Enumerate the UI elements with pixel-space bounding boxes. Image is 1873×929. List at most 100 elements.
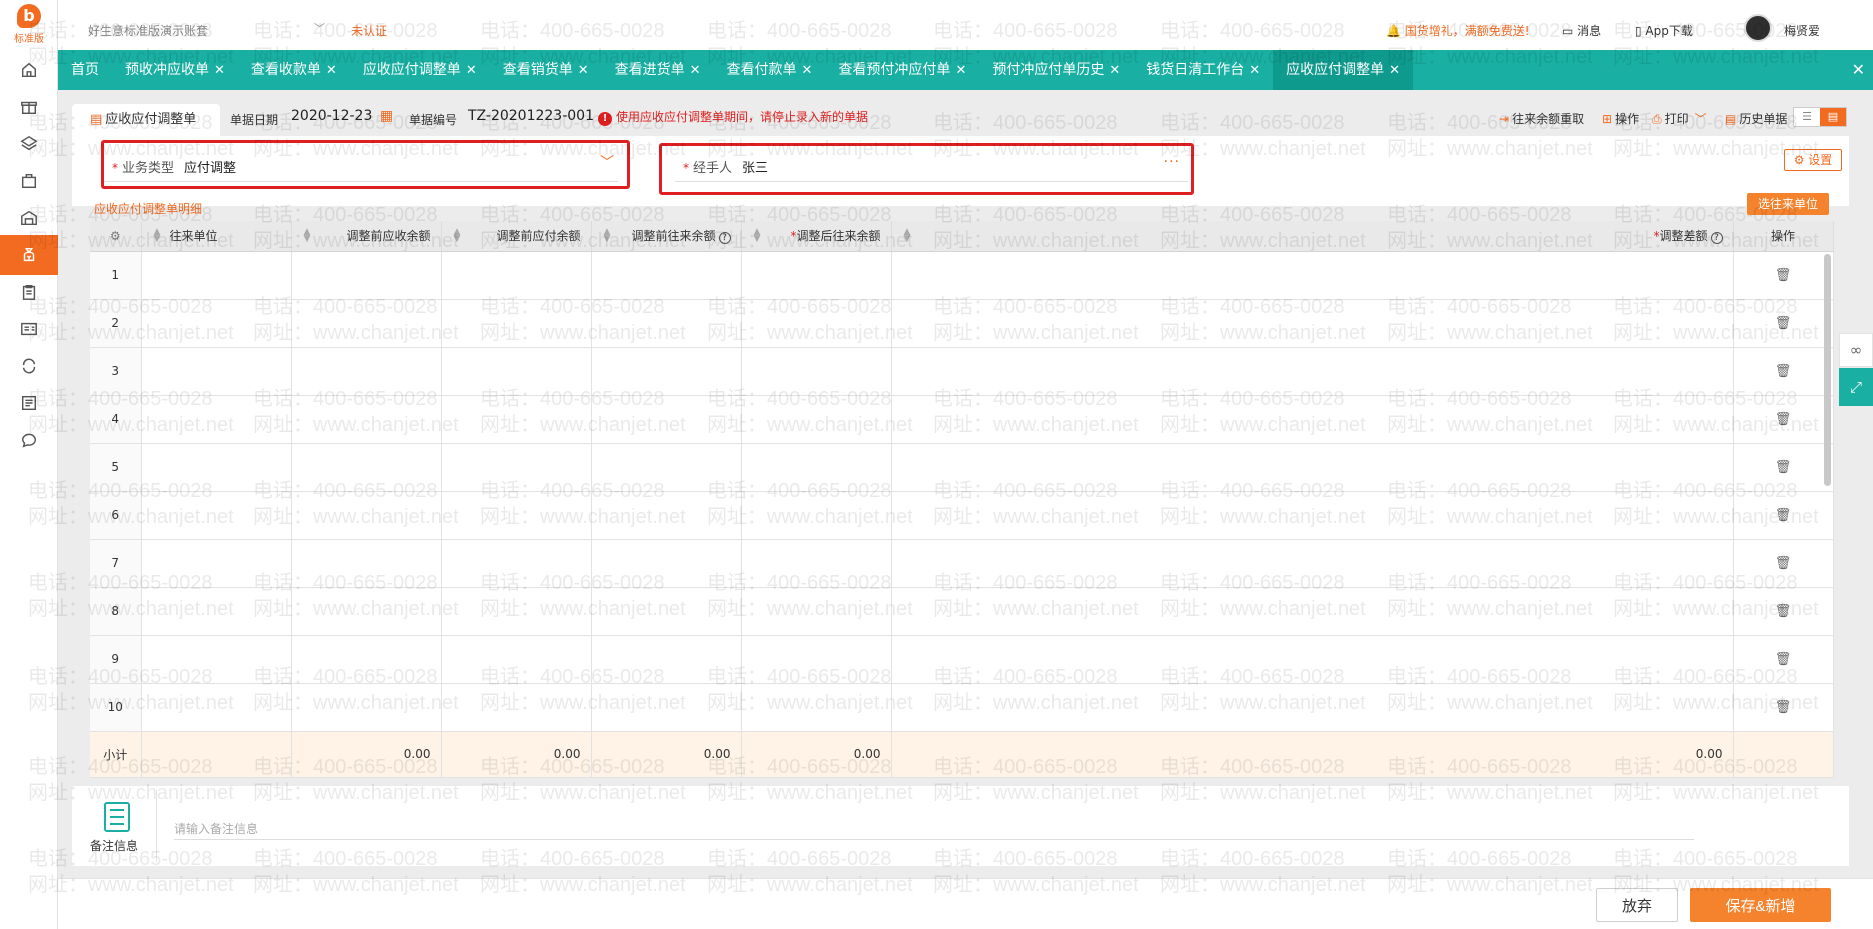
close-icon[interactable]: ✕ bbox=[955, 63, 966, 78]
delete-icon[interactable]: 🗑 bbox=[1775, 652, 1792, 667]
table-cell[interactable] bbox=[741, 395, 892, 444]
close-icon[interactable]: ✕ bbox=[466, 63, 477, 78]
history-button[interactable]: ▤ 历史单据 bbox=[1725, 110, 1787, 127]
username[interactable]: 梅贤爱 bbox=[1784, 22, 1820, 39]
col-partner[interactable]: ▲ ▼ 往来单位 bbox=[141, 221, 292, 252]
table-cell[interactable] bbox=[141, 539, 292, 588]
table-row[interactable]: 6 🗑 bbox=[90, 491, 1834, 540]
sidebar-item-home[interactable] bbox=[0, 50, 58, 90]
table-cell[interactable] bbox=[591, 683, 742, 732]
help-icon[interactable]: ? bbox=[718, 232, 731, 245]
promo-link[interactable]: 🔔 国货增礼，满额免费送! bbox=[1386, 22, 1530, 39]
table-cell[interactable] bbox=[591, 299, 742, 348]
table-cell[interactable] bbox=[441, 347, 592, 396]
table-cell[interactable] bbox=[291, 251, 442, 300]
table-cell[interactable] bbox=[291, 347, 442, 396]
table-cell[interactable] bbox=[741, 587, 892, 636]
document-tab[interactable]: ▤ 应收应付调整单 bbox=[72, 104, 220, 136]
table-cell[interactable] bbox=[591, 635, 742, 684]
table-cell[interactable] bbox=[441, 539, 592, 588]
delete-icon[interactable]: 🗑 bbox=[1775, 556, 1792, 571]
table-cell[interactable] bbox=[441, 635, 592, 684]
table-cell[interactable] bbox=[291, 683, 442, 732]
table-cell[interactable] bbox=[591, 251, 742, 300]
tab-item[interactable]: 预收冲应收单 ✕ bbox=[112, 50, 238, 90]
table-cell[interactable] bbox=[741, 299, 892, 348]
table-cell[interactable] bbox=[441, 443, 592, 492]
table-cell[interactable] bbox=[891, 395, 1734, 444]
close-icon[interactable]: ✕ bbox=[802, 63, 813, 78]
table-cell[interactable] bbox=[741, 347, 892, 396]
sort-icon[interactable]: ▲ ▼ bbox=[454, 228, 461, 244]
table-row[interactable]: 4 🗑 bbox=[90, 395, 1834, 444]
remark-input[interactable] bbox=[174, 818, 1694, 840]
table-cell[interactable] bbox=[141, 587, 292, 636]
sort-icon[interactable]: ▲ ▼ bbox=[304, 228, 311, 244]
calendar-icon[interactable]: ▦ bbox=[380, 108, 393, 124]
table-cell[interactable] bbox=[291, 491, 442, 540]
table-row[interactable]: 5 🗑 bbox=[90, 443, 1834, 492]
table-cell[interactable] bbox=[141, 635, 292, 684]
table-cell[interactable] bbox=[591, 443, 742, 492]
table-cell[interactable] bbox=[141, 683, 292, 732]
sidebar-item-inventory[interactable] bbox=[0, 124, 58, 164]
close-all-tabs-icon[interactable]: ✕ bbox=[1852, 50, 1865, 90]
tab-item[interactable]: 应收应付调整单 ✕ bbox=[1273, 50, 1414, 90]
table-cell[interactable] bbox=[741, 539, 892, 588]
table-cell[interactable] bbox=[741, 443, 892, 492]
delete-icon[interactable]: 🗑 bbox=[1775, 604, 1792, 619]
table-row[interactable]: 2 🗑 bbox=[90, 299, 1834, 348]
vertical-scrollbar[interactable] bbox=[1824, 254, 1831, 486]
close-icon[interactable]: ✕ bbox=[214, 63, 225, 78]
table-cell[interactable] bbox=[141, 395, 292, 444]
tab-item[interactable]: 查看预付冲应付单 ✕ bbox=[825, 50, 979, 90]
col-diff[interactable]: ▲ ▼ *调整差额? bbox=[891, 221, 1734, 252]
help-icon[interactable]: ? bbox=[1710, 232, 1723, 245]
sort-icon[interactable]: ▲ ▼ bbox=[754, 228, 761, 244]
close-icon[interactable]: ✕ bbox=[1109, 63, 1120, 78]
sidebar-item-warehouse[interactable] bbox=[0, 198, 58, 238]
delete-icon[interactable]: 🗑 bbox=[1775, 268, 1792, 283]
table-cell[interactable] bbox=[291, 443, 442, 492]
delete-icon[interactable]: 🗑 bbox=[1775, 508, 1792, 523]
table-cell[interactable] bbox=[291, 395, 442, 444]
table-cell[interactable] bbox=[591, 347, 742, 396]
table-cell[interactable] bbox=[441, 587, 592, 636]
save-and-new-button[interactable]: 保存&新增 bbox=[1690, 888, 1831, 922]
table-cell[interactable] bbox=[741, 491, 892, 540]
sidebar-item-documents[interactable] bbox=[0, 272, 58, 312]
table-row[interactable]: 9 🗑 bbox=[90, 635, 1834, 684]
settings-button[interactable]: ⚙ 设置 bbox=[1784, 149, 1842, 171]
table-cell[interactable] bbox=[441, 395, 592, 444]
sidebar-item-gift[interactable] bbox=[0, 87, 58, 127]
chevron-down-icon[interactable]: ﹀ bbox=[314, 20, 325, 36]
table-cell[interactable] bbox=[891, 635, 1734, 684]
table-cell[interactable] bbox=[141, 299, 292, 348]
delete-icon[interactable]: 🗑 bbox=[1775, 700, 1792, 715]
col-post-balance[interactable]: ▲ ▼ *调整后往来余额 bbox=[741, 221, 892, 252]
col-pre-payable[interactable]: ▲ ▼ 调整前应付余额 bbox=[441, 221, 592, 252]
link-icon[interactable]: ∞ bbox=[1839, 333, 1873, 367]
reload-balance-button[interactable]: ⇥ 往来余额重取 bbox=[1499, 110, 1584, 127]
sidebar-item-chat[interactable] bbox=[0, 420, 58, 460]
table-cell[interactable] bbox=[441, 299, 592, 348]
table-cell[interactable] bbox=[291, 635, 442, 684]
sidebar-item-purchase[interactable] bbox=[0, 161, 58, 201]
sort-icon[interactable]: ▲ ▼ bbox=[904, 228, 911, 244]
table-cell[interactable] bbox=[141, 251, 292, 300]
table-cell[interactable] bbox=[891, 683, 1734, 732]
table-cell[interactable] bbox=[591, 539, 742, 588]
number-value[interactable]: TZ-20201223-001 bbox=[468, 108, 594, 124]
table-cell[interactable] bbox=[291, 587, 442, 636]
unverified-link[interactable]: 未认证 bbox=[351, 22, 387, 39]
delete-icon[interactable]: 🗑 bbox=[1775, 364, 1792, 379]
table-cell[interactable] bbox=[891, 347, 1734, 396]
messages-button[interactable]: ▭ 消息 bbox=[1562, 22, 1601, 39]
table-cell[interactable] bbox=[591, 587, 742, 636]
table-cell[interactable] bbox=[591, 491, 742, 540]
tab-item[interactable]: 预付冲应付单历史 ✕ bbox=[979, 50, 1133, 90]
table-cell[interactable] bbox=[441, 683, 592, 732]
cancel-button[interactable]: 放弃 bbox=[1596, 888, 1678, 922]
table-cell[interactable] bbox=[741, 635, 892, 684]
table-cell[interactable] bbox=[891, 251, 1734, 300]
